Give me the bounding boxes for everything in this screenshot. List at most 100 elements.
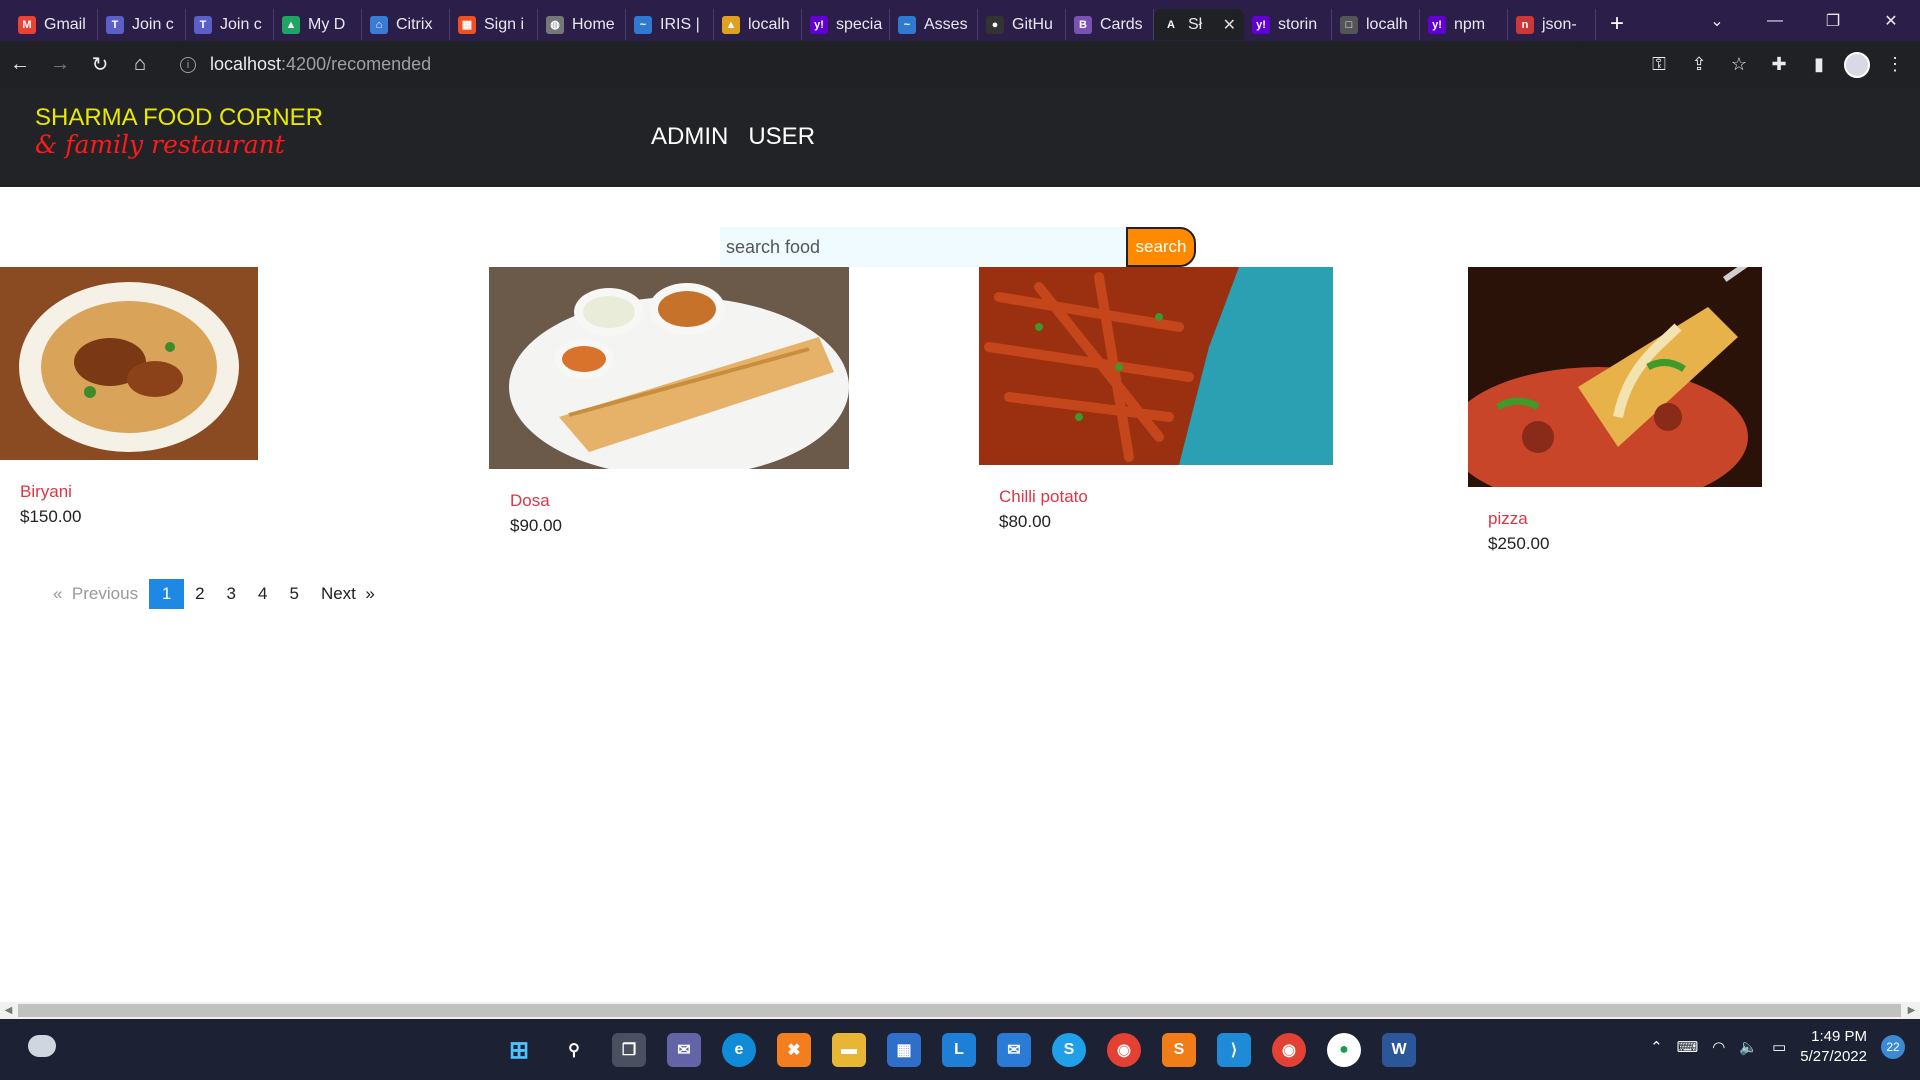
restore-icon[interactable]: ❐ — [1804, 11, 1862, 31]
back-icon[interactable]: ← — [0, 45, 40, 85]
word-icon[interactable]: W — [1382, 1033, 1416, 1067]
pagination-page-5[interactable]: 5 — [278, 579, 309, 609]
nav-user-link[interactable]: USER — [748, 123, 815, 151]
tab-search-icon[interactable]: ⌄ — [1688, 11, 1746, 31]
product-card[interactable]: Dosa $90.00 — [489, 267, 849, 535]
biryani-image[interactable] — [0, 267, 258, 460]
browser-tab[interactable]: ⌂ Citrix — [362, 9, 450, 40]
taskbar: ⊞ ⚲ ❐ ✉ e ✖ ▬ ▦ L ✉ S ◉ S ⟩ ◉ ● W ⌃ ⌨ ◠ … — [0, 1019, 1920, 1080]
browser-tab[interactable]: A Sł ✕ — [1154, 9, 1244, 40]
browser-tab[interactable]: ▲ localh — [714, 9, 802, 40]
reload-icon[interactable]: ↻ — [80, 45, 120, 85]
pagination-page-2[interactable]: 2 — [184, 579, 215, 609]
new-tab-icon[interactable]: + — [1610, 10, 1624, 38]
wifi-icon[interactable]: ◠ — [1712, 1038, 1725, 1056]
share-icon[interactable]: ⇪ — [1684, 54, 1714, 75]
browser-tab[interactable]: ~ IRIS | — [626, 9, 714, 40]
pagination-previous[interactable]: « Previous — [45, 579, 149, 609]
skype-icon[interactable]: S — [1052, 1033, 1086, 1067]
localhost-icon: □ — [1340, 15, 1358, 34]
minimize-icon[interactable]: — — [1746, 12, 1804, 30]
pagination-next[interactable]: Next » — [310, 579, 386, 609]
product-name[interactable]: Dosa — [510, 491, 550, 511]
scroll-left-icon[interactable]: ◀ — [0, 1002, 17, 1019]
browser-tab[interactable]: ▲ My D — [274, 9, 362, 40]
volume-icon[interactable]: 🔈 — [1739, 1038, 1758, 1056]
prev-arrow-icon: « — [53, 584, 63, 603]
pagination-page-3[interactable]: 3 — [216, 579, 247, 609]
menu-icon[interactable]: ⋮ — [1880, 54, 1910, 75]
browser-tab[interactable]: M Gmail — [10, 9, 98, 40]
bookmark-star-icon[interactable]: ☆ — [1724, 54, 1754, 75]
browser-tab[interactable]: n json- — [1508, 9, 1596, 40]
product-name[interactable]: pizza — [1488, 509, 1528, 529]
site-info-icon[interactable]: i — [180, 56, 196, 73]
product-card[interactable]: pizza $250.00 — [1468, 267, 1762, 553]
browser-tab[interactable]: B Cards — [1066, 9, 1154, 40]
key-icon[interactable]: ⚿ — [1644, 54, 1674, 75]
chat-icon[interactable]: ✉ — [667, 1033, 701, 1067]
pagination-previous-label: Previous — [71, 584, 139, 603]
edge-icon[interactable]: e — [722, 1033, 756, 1067]
browser-tab[interactable]: ● GitHu — [978, 9, 1066, 40]
keyboard-icon[interactable]: ⌨ — [1677, 1038, 1699, 1056]
close-tab-icon[interactable]: ✕ — [1223, 15, 1236, 35]
pagination-page-4[interactable]: 4 — [247, 579, 278, 609]
chilli-potato-image[interactable] — [979, 267, 1333, 465]
store-icon[interactable]: ▦ — [887, 1033, 921, 1067]
search-input[interactable] — [720, 227, 1126, 267]
browser-tab[interactable]: T Join c — [98, 9, 186, 40]
weather-widget-icon[interactable] — [28, 1035, 56, 1057]
iris-icon: ~ — [634, 15, 652, 34]
start-icon[interactable]: ⊞ — [502, 1033, 536, 1067]
xampp-icon[interactable]: ✖ — [777, 1033, 811, 1067]
home-icon[interactable]: ⌂ — [120, 45, 160, 85]
browser-tab[interactable]: T Join c — [186, 9, 274, 40]
clock[interactable]: 1:49 PM 5/27/2022 — [1800, 1027, 1867, 1067]
browser-tab[interactable]: ▦ Sign i — [450, 9, 538, 40]
search-button[interactable]: search — [1126, 227, 1196, 267]
side-panel-icon[interactable]: ▮ — [1804, 54, 1834, 75]
browser-tab[interactable]: □ localh — [1332, 9, 1420, 40]
mongodb-icon[interactable]: ● — [1327, 1033, 1361, 1067]
brand-name[interactable]: SHARMA FOOD CORNER — [35, 104, 323, 132]
chrome-profile-icon[interactable]: ◉ — [1107, 1033, 1141, 1067]
browser-tab[interactable]: ~ Asses — [890, 9, 978, 40]
yahoo-icon: y! — [1252, 15, 1270, 34]
nav-admin-link[interactable]: ADMIN — [651, 123, 728, 151]
chrome-icon[interactable]: ◉ — [1272, 1033, 1306, 1067]
tab-title: storin — [1278, 15, 1318, 33]
product-card[interactable]: Chilli potato $80.00 — [979, 267, 1333, 531]
scroll-right-icon[interactable]: ▶ — [1903, 1002, 1920, 1019]
browser-tab[interactable]: y! specia — [802, 9, 890, 40]
assess-icon: ~ — [898, 15, 916, 34]
scrollbar-thumb[interactable] — [18, 1004, 1901, 1017]
product-name[interactable]: Chilli potato — [999, 487, 1088, 507]
profile-avatar[interactable] — [1844, 51, 1870, 78]
mail-icon[interactable]: ✉ — [997, 1033, 1031, 1067]
url-host: localhost — [210, 54, 282, 74]
tray-chevron-icon[interactable]: ⌃ — [1650, 1038, 1663, 1056]
dosa-image[interactable] — [489, 267, 849, 469]
file-explorer-icon[interactable]: ▬ — [832, 1033, 866, 1067]
product-card[interactable]: Biryani $150.00 — [0, 267, 258, 526]
notification-badge[interactable]: 22 — [1881, 1035, 1905, 1059]
search-icon[interactable]: ⚲ — [557, 1033, 591, 1067]
pagination-page-1[interactable]: 1 — [149, 579, 185, 609]
sublime-icon[interactable]: S — [1162, 1033, 1196, 1067]
extensions-icon[interactable]: ✚ — [1764, 54, 1794, 75]
url-path: :4200/recomended — [281, 54, 432, 74]
forward-icon[interactable]: → — [40, 45, 80, 85]
product-name[interactable]: Biryani — [20, 482, 72, 502]
address-bar[interactable]: i localhost:4200/recomended — [166, 46, 1596, 83]
browser-tab[interactable]: ◍ Home — [538, 9, 626, 40]
close-window-icon[interactable]: ✕ — [1862, 11, 1920, 31]
l-app-icon[interactable]: L — [942, 1033, 976, 1067]
pizza-image[interactable] — [1468, 267, 1762, 487]
battery-icon[interactable]: ▭ — [1772, 1038, 1786, 1056]
browser-tab[interactable]: y! storin — [1244, 9, 1332, 40]
task-view-icon[interactable]: ❐ — [612, 1033, 646, 1067]
vscode-icon[interactable]: ⟩ — [1217, 1033, 1251, 1067]
horizontal-scrollbar[interactable]: ◀ ▶ — [0, 1002, 1920, 1019]
browser-tab[interactable]: y! npm — [1420, 9, 1508, 40]
